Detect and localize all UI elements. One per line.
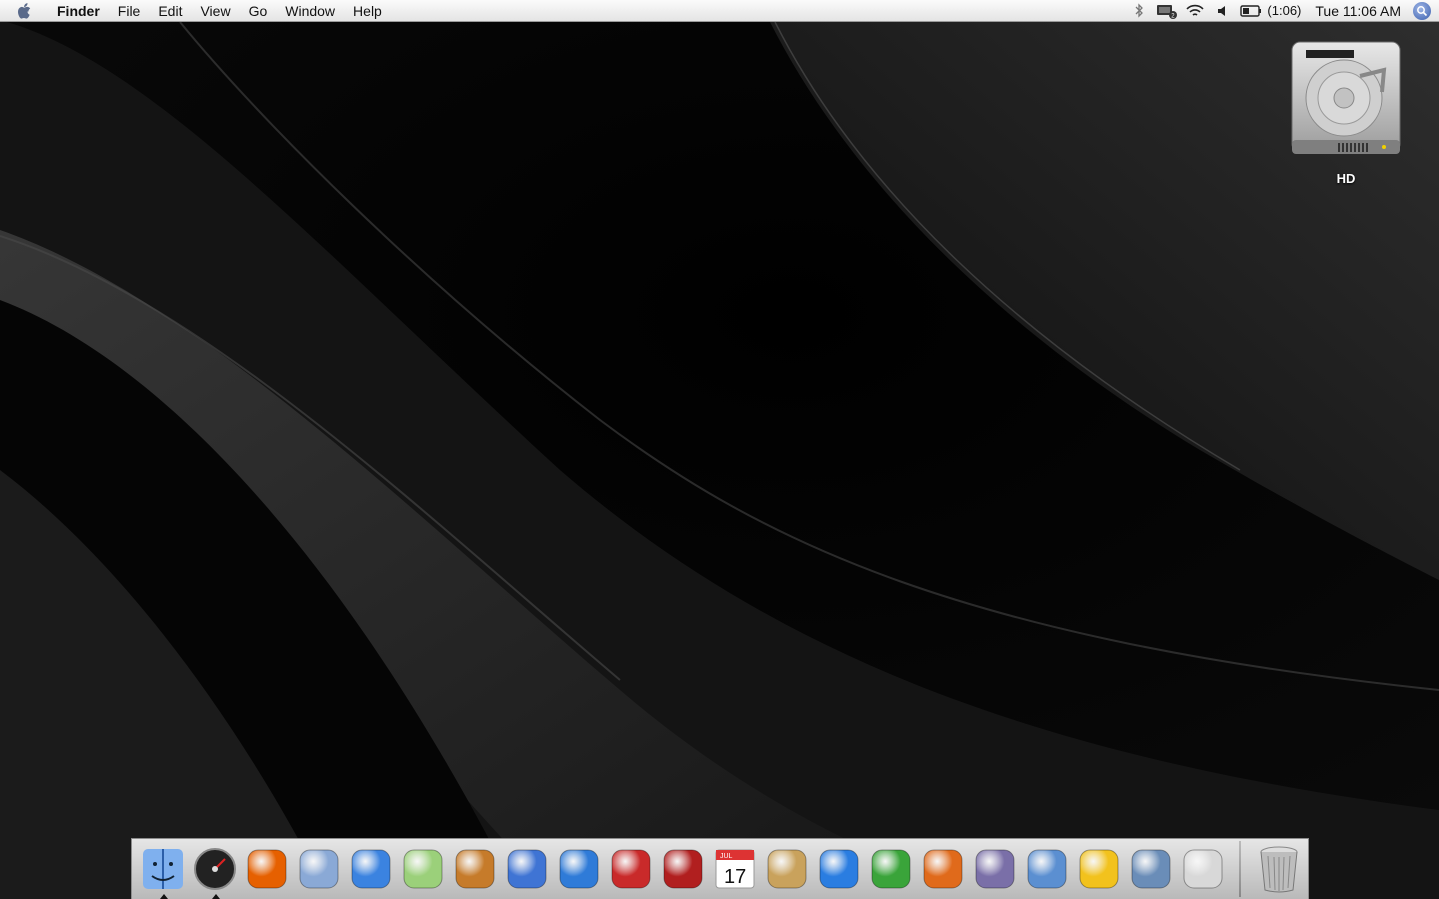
dock-ilife-sunflower-icon[interactable] xyxy=(1073,843,1125,895)
menu-go[interactable]: Go xyxy=(240,0,277,22)
desktop-hd-label: HD xyxy=(1336,171,1356,186)
dock-itunes-icon[interactable] xyxy=(397,843,449,895)
menu-clock[interactable]: Tue 11:06 AM xyxy=(1315,3,1401,19)
dock-chess-icon[interactable] xyxy=(605,843,657,895)
dock-ical-icon[interactable]: JUL 17 xyxy=(709,843,761,895)
dock-iphoto-icon[interactable] xyxy=(449,843,501,895)
dock-image-capture-icon[interactable] xyxy=(1125,843,1177,895)
menu-bar: Finder File Edit View Go Window Help 2 (… xyxy=(0,0,1439,22)
bluetooth-icon[interactable] xyxy=(1128,2,1150,20)
display-mirror-icon[interactable]: 2 xyxy=(1156,2,1178,20)
dock-idvd-icon[interactable] xyxy=(553,843,605,895)
desktop-wallpaper xyxy=(0,0,1439,899)
hard-drive-icon xyxy=(1291,41,1401,154)
dock-running-indicator xyxy=(160,894,168,899)
dock-trash-icon[interactable] xyxy=(1253,843,1305,895)
dock-front-row-icon[interactable] xyxy=(657,843,709,895)
dock-ichat-icon[interactable] xyxy=(345,843,397,895)
menu-view[interactable]: View xyxy=(191,0,239,22)
ical-day: 17 xyxy=(724,866,746,888)
menu-edit[interactable]: Edit xyxy=(149,0,191,22)
dock-separator xyxy=(1239,841,1241,897)
dock-mail-icon[interactable] xyxy=(293,843,345,895)
battery-time: (1:06) xyxy=(1267,3,1302,18)
menu-app-finder[interactable]: Finder xyxy=(48,0,109,22)
dock: JUL 17 xyxy=(131,838,1309,899)
dock-finder-icon[interactable] xyxy=(137,843,189,899)
menu-help[interactable]: Help xyxy=(344,0,391,22)
volume-icon[interactable] xyxy=(1212,2,1234,20)
menu-window[interactable]: Window xyxy=(276,0,344,22)
apple-menu-icon[interactable] xyxy=(17,2,37,20)
dock-apple-app-icon[interactable] xyxy=(1177,843,1229,895)
dock-keynote-icon[interactable] xyxy=(1021,843,1073,895)
dock-running-indicator xyxy=(212,894,220,899)
dock-dashboard-icon[interactable] xyxy=(189,843,241,899)
dock-word-icon[interactable] xyxy=(813,843,865,895)
battery-icon[interactable] xyxy=(1240,2,1262,20)
dock-firefox-icon[interactable] xyxy=(241,843,293,895)
dock-script-editor-icon[interactable] xyxy=(969,843,1021,895)
dock-imovie-icon[interactable] xyxy=(501,843,553,895)
dock-powerpoint-icon[interactable] xyxy=(917,843,969,895)
desktop-hd-icon[interactable]: HD xyxy=(1283,36,1409,186)
ical-month: JUL xyxy=(720,853,733,860)
wifi-icon[interactable] xyxy=(1184,2,1206,20)
dock-address-book-icon[interactable] xyxy=(761,843,813,895)
spotlight-icon[interactable] xyxy=(1413,1,1431,20)
dock-excel-icon[interactable] xyxy=(865,843,917,895)
menu-file[interactable]: File xyxy=(109,0,150,22)
